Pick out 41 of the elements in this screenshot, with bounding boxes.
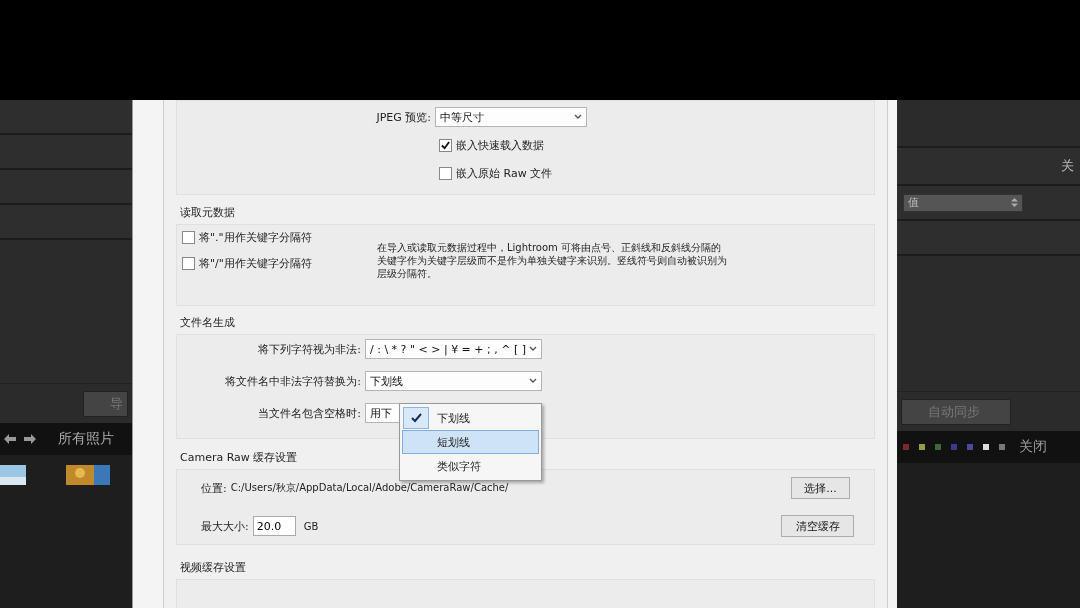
- cache-path: C:/Users/秋京/AppData/Local/Adobe/CameraRaw/Cache/: [230, 481, 509, 495]
- jpeg-preview-select[interactable]: 中等尺寸: [435, 107, 587, 127]
- menu-item[interactable]: 下划线: [402, 406, 539, 430]
- menu-item[interactable]: 类似字符: [402, 454, 539, 478]
- size-label: 最大大小:: [201, 518, 249, 534]
- checkbox-label: 嵌入原始 Raw 文件: [456, 165, 553, 181]
- field-label: 将下列字符视为非法:: [257, 341, 361, 357]
- section-title: 视频缓存设置: [179, 560, 246, 576]
- chevron-down-icon: [574, 114, 582, 120]
- panel-heading: 关: [1061, 157, 1074, 175]
- chevron-down-icon: [529, 378, 537, 384]
- arrow-right-icon[interactable]: [24, 434, 36, 444]
- location-label: 位置:: [201, 480, 227, 496]
- checkbox-label: 将"/"用作关键字分隔符: [199, 255, 312, 271]
- chevron-down-icon: [529, 346, 537, 352]
- field-label: 当文件名包含空格时:: [257, 405, 361, 421]
- filter-label: 关闭: [1019, 438, 1047, 456]
- checkbox[interactable]: [439, 166, 452, 180]
- checkbox-label: 嵌入快速载入数据: [456, 137, 544, 153]
- choose-button[interactable]: 选择...: [791, 477, 850, 499]
- arrow-left-icon[interactable]: [4, 434, 16, 444]
- size-input[interactable]: 20.0: [252, 516, 296, 536]
- section-title: 文件名生成: [179, 315, 235, 331]
- size-unit: GB: [303, 520, 319, 532]
- menu-item[interactable]: 短划线: [402, 430, 539, 454]
- section-title: 读取元数据: [179, 205, 235, 221]
- description-text: 在导入或读取元数据过程中，Lightroom 可将由点号、正斜线和反斜线分隔的关键字作为关键字层级而不是作为单独关键字来识别。竖线符号则自动被识别为层级分隔符。: [377, 241, 727, 280]
- check-icon: [441, 140, 450, 150]
- field-label: 将文件名中非法字符替换为:: [224, 373, 361, 389]
- source-label: 所有照片: [58, 430, 114, 448]
- stepper-icon: [1011, 198, 1018, 207]
- purge-cache-button[interactable]: 清空缓存: [781, 515, 854, 537]
- dropdown-select[interactable]: 下划线: [365, 371, 542, 391]
- section-title: Camera Raw 缓存设置: [179, 450, 298, 466]
- checkbox[interactable]: [182, 256, 195, 270]
- jpeg-preview-label: JPEG 预览:: [375, 109, 431, 125]
- checkbox[interactable]: [182, 230, 195, 244]
- metadata-select[interactable]: 值: [903, 193, 1023, 212]
- checkbox-label: 将"."用作关键字分隔符: [199, 229, 312, 245]
- dropdown-select[interactable]: / : \ * ? " < > | ¥ = + ; , ^ [ ]: [365, 339, 542, 359]
- checkbox[interactable]: [439, 138, 452, 152]
